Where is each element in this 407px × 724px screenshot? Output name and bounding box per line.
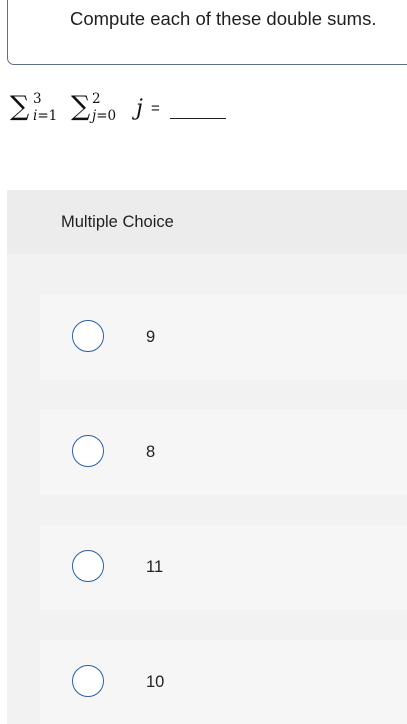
inner-lower-limit: j=0 — [92, 108, 117, 124]
radio-button[interactable] — [72, 320, 104, 352]
choice-option-8[interactable]: 8 — [40, 410, 407, 495]
multiple-choice-title: Multiple Choice — [61, 213, 174, 231]
question-prompt: Compute each of these double sums. — [70, 8, 377, 29]
outer-lower-value: =1 — [37, 108, 58, 124]
choice-label: 11 — [146, 558, 164, 576]
radio-button[interactable] — [72, 435, 104, 467]
choice-label: 9 — [146, 328, 156, 346]
inner-sigma-symbol: ∑ — [71, 91, 91, 122]
summand-term: j — [136, 96, 143, 121]
question-prompt-box: Compute each of these double sums. — [7, 0, 407, 65]
choice-option-10[interactable]: 10 — [40, 640, 407, 724]
outer-sigma-symbol: ∑ — [10, 91, 30, 122]
radio-button[interactable] — [72, 550, 104, 582]
multiple-choice-header: Multiple Choice — [7, 190, 407, 254]
outer-lower-limit: i=1 — [33, 108, 58, 124]
inner-upper-limit: 2 — [92, 91, 101, 107]
radio-button[interactable] — [72, 665, 104, 697]
inner-lower-value: =0 — [96, 108, 117, 124]
choice-option-9[interactable]: 9 — [40, 295, 407, 380]
choice-option-11[interactable]: 11 — [40, 525, 407, 610]
answer-blank — [170, 118, 226, 119]
multiple-choice-panel: Multiple Choice 9 8 11 10 — [7, 190, 407, 724]
outer-upper-limit: 3 — [33, 91, 42, 107]
choice-label: 8 — [146, 443, 156, 461]
choice-label: 10 — [146, 673, 165, 691]
double-sum-expression: ∑ 3 i=1 ∑ 2 j=0 j = — [10, 91, 226, 133]
equals-sign: = — [151, 100, 160, 117]
